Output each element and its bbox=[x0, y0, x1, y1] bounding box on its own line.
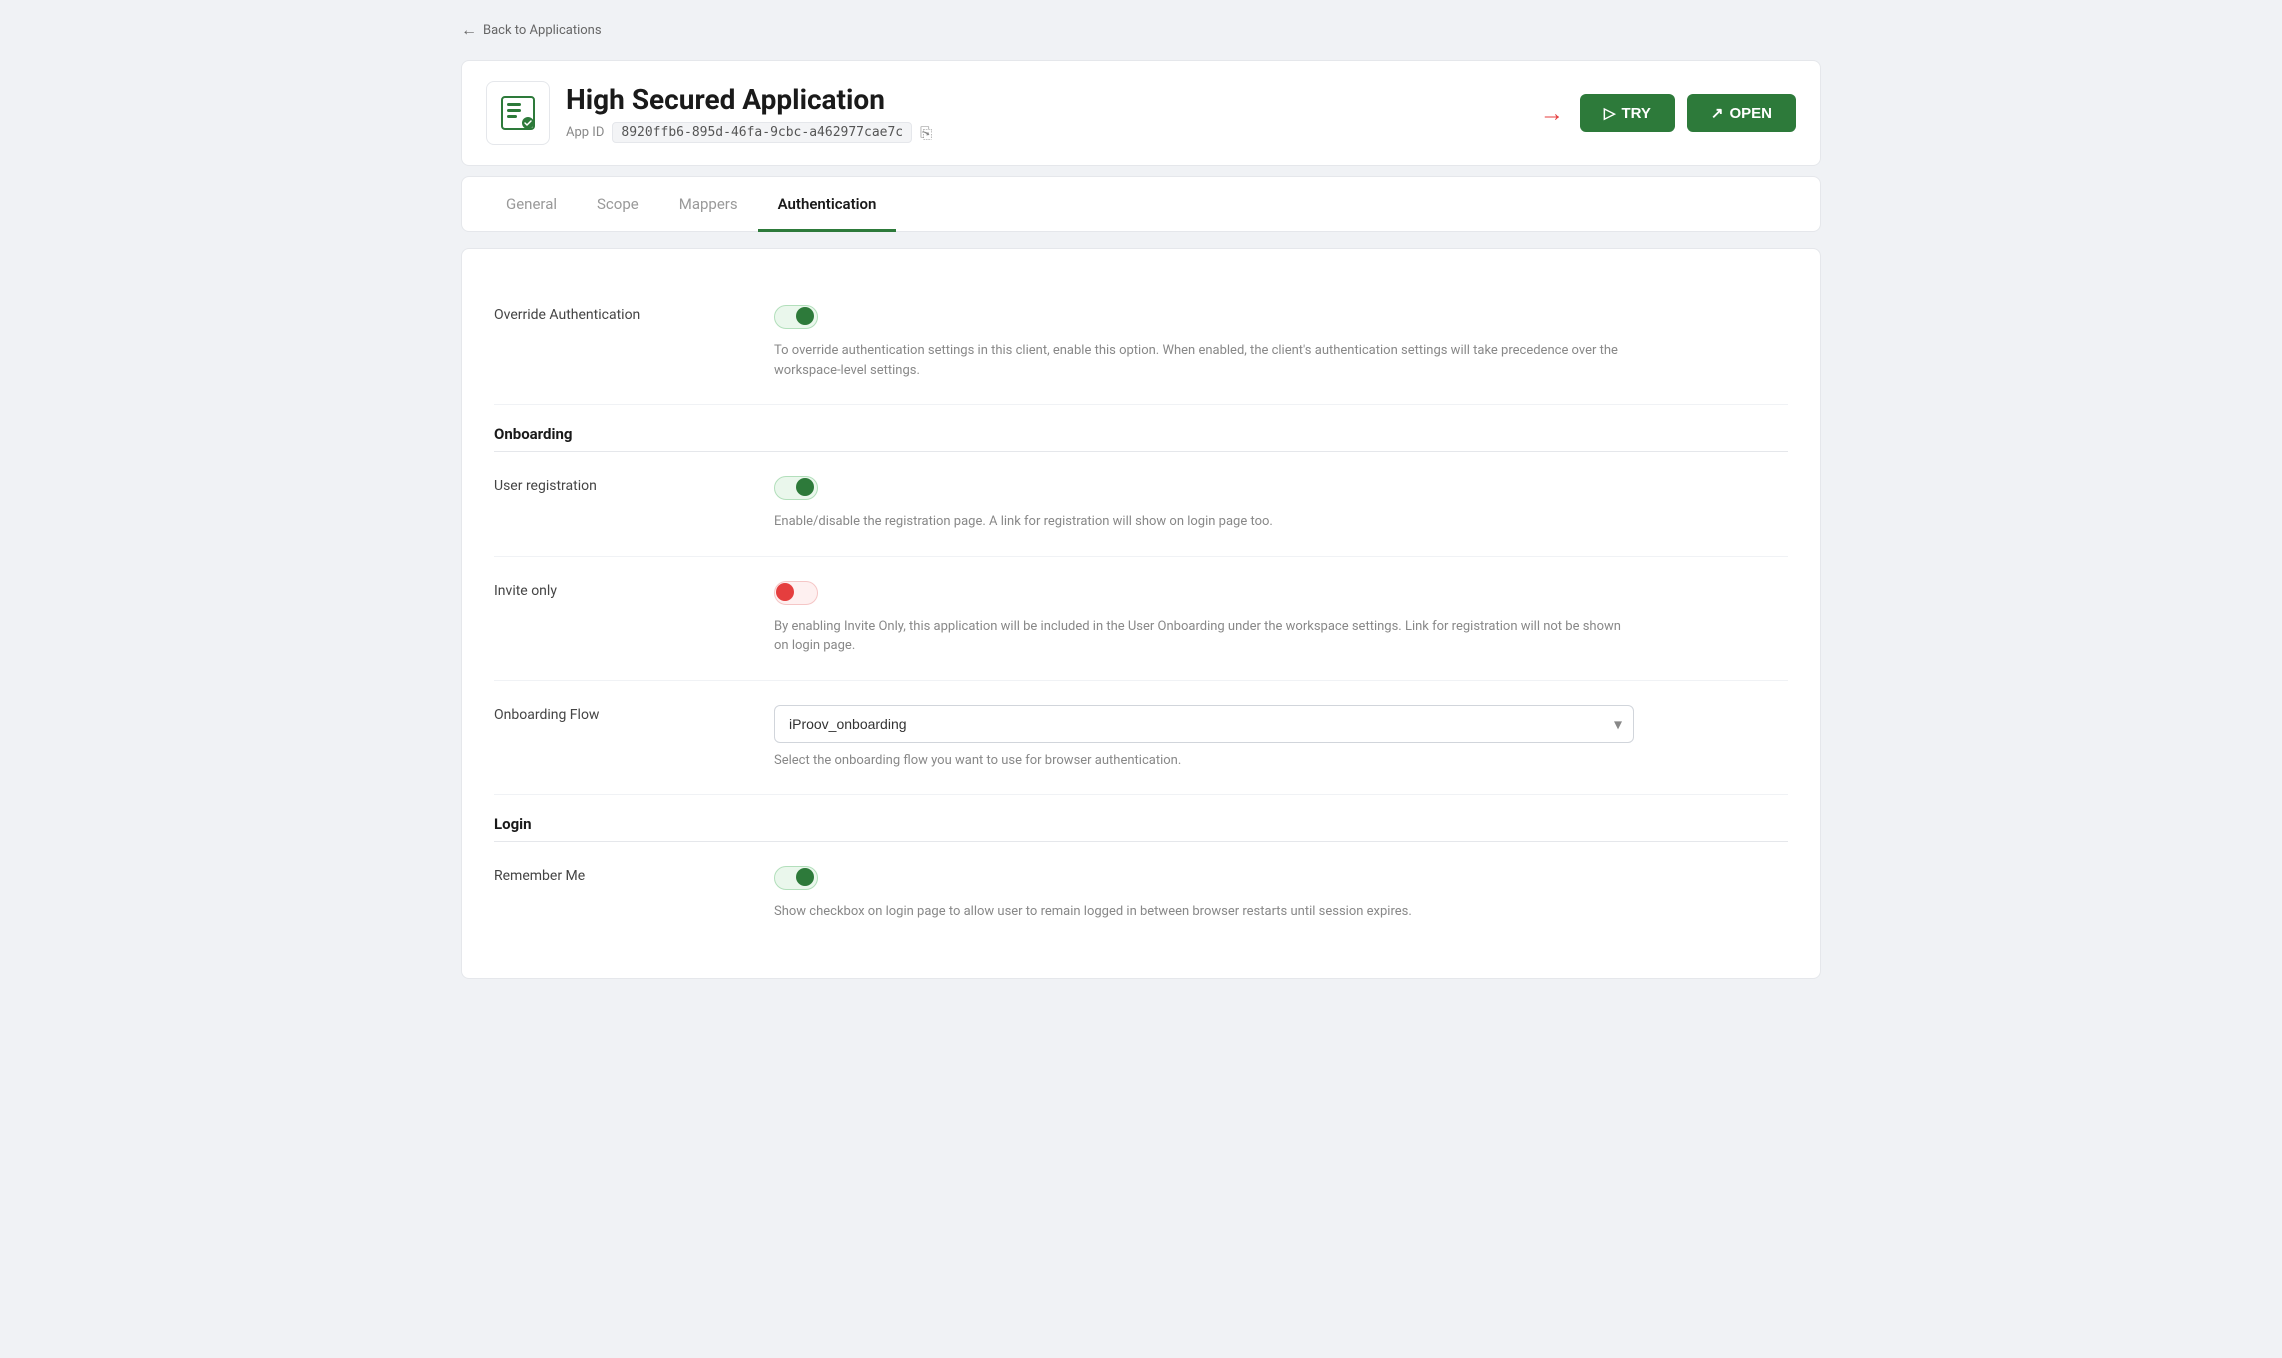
header-actions: → ▷ TRY ↗ OPEN bbox=[1540, 94, 1796, 132]
app-title: High Secured Application bbox=[566, 83, 932, 116]
app-icon bbox=[486, 81, 550, 145]
back-link-label: Back to Applications bbox=[483, 23, 602, 38]
try-button[interactable]: ▷ TRY bbox=[1580, 94, 1675, 132]
open-external-icon: ↗ bbox=[1711, 104, 1724, 122]
tab-mappers[interactable]: Mappers bbox=[659, 177, 758, 232]
tab-general[interactable]: General bbox=[486, 177, 577, 232]
onboarding-flow-control: iProov_onboarding Default_onboarding Cus… bbox=[774, 705, 1788, 771]
toggle-thumb bbox=[796, 868, 814, 886]
override-authentication-row: Override Authentication To override auth… bbox=[494, 281, 1788, 405]
user-registration-label: User registration bbox=[494, 476, 774, 494]
invite-only-toggle[interactable] bbox=[774, 581, 818, 605]
override-auth-label: Override Authentication bbox=[494, 305, 774, 323]
try-play-icon: ▷ bbox=[1604, 104, 1616, 122]
onboarding-heading: Onboarding bbox=[494, 405, 1788, 452]
override-auth-desc: To override authentication settings in t… bbox=[774, 341, 1634, 380]
toggle-thumb bbox=[796, 478, 814, 496]
app-id-row: App ID 8920ffb6-895d-46fa-9cbc-a462977ca… bbox=[566, 122, 932, 143]
invite-only-desc: By enabling Invite Only, this applicatio… bbox=[774, 617, 1634, 656]
toggle-thumb bbox=[776, 583, 794, 601]
content-card: Override Authentication To override auth… bbox=[461, 248, 1821, 979]
remember-me-toggle[interactable] bbox=[774, 866, 818, 890]
tab-authentication[interactable]: Authentication bbox=[758, 177, 897, 232]
user-registration-desc: Enable/disable the registration page. A … bbox=[774, 512, 1634, 532]
tabs-bar: General Scope Mappers Authentication bbox=[461, 176, 1821, 232]
onboarding-flow-select-wrapper: iProov_onboarding Default_onboarding Cus… bbox=[774, 705, 1634, 743]
user-registration-row: User registration Enable/disable the reg… bbox=[494, 452, 1788, 557]
back-arrow-icon: ← bbox=[461, 20, 477, 40]
toggle-thumb bbox=[796, 307, 814, 325]
app-id-value: 8920ffb6-895d-46fa-9cbc-a462977cae7c bbox=[612, 122, 912, 143]
open-button[interactable]: ↗ OPEN bbox=[1687, 94, 1796, 132]
remember-me-row: Remember Me Show checkbox on login page … bbox=[494, 842, 1788, 946]
onboarding-flow-row: Onboarding Flow iProov_onboarding Defaul… bbox=[494, 681, 1788, 796]
onboarding-flow-desc: Select the onboarding flow you want to u… bbox=[774, 751, 1634, 771]
user-registration-control: Enable/disable the registration page. A … bbox=[774, 476, 1788, 532]
onboarding-flow-select[interactable]: iProov_onboarding Default_onboarding Cus… bbox=[774, 705, 1634, 743]
app-header: High Secured Application App ID 8920ffb6… bbox=[461, 60, 1821, 166]
onboarding-flow-label: Onboarding Flow bbox=[494, 705, 774, 723]
override-auth-control: To override authentication settings in t… bbox=[774, 305, 1788, 380]
remember-me-control: Show checkbox on login page to allow use… bbox=[774, 866, 1788, 922]
invite-only-control: By enabling Invite Only, this applicatio… bbox=[774, 581, 1788, 656]
app-id-label: App ID bbox=[566, 125, 604, 140]
try-arrow-icon: → bbox=[1540, 99, 1564, 128]
override-auth-toggle[interactable] bbox=[774, 305, 818, 329]
user-registration-toggle[interactable] bbox=[774, 476, 818, 500]
remember-me-desc: Show checkbox on login page to allow use… bbox=[774, 902, 1634, 922]
app-header-left: High Secured Application App ID 8920ffb6… bbox=[486, 81, 932, 145]
tab-scope[interactable]: Scope bbox=[577, 177, 659, 232]
remember-me-label: Remember Me bbox=[494, 866, 774, 884]
app-info: High Secured Application App ID 8920ffb6… bbox=[566, 83, 932, 143]
login-heading: Login bbox=[494, 795, 1788, 842]
invite-only-label: Invite only bbox=[494, 581, 774, 599]
copy-icon[interactable]: ⎘ bbox=[920, 124, 932, 142]
invite-only-row: Invite only By enabling Invite Only, thi… bbox=[494, 557, 1788, 681]
back-to-applications-link[interactable]: ← Back to Applications bbox=[461, 20, 1821, 40]
